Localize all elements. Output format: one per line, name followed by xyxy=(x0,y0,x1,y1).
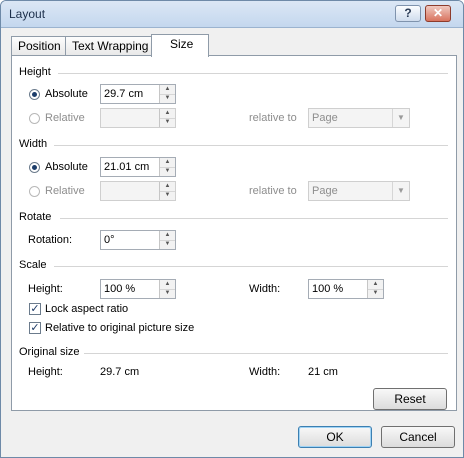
rotation-label: Rotation: xyxy=(28,234,73,246)
scale-height-value: 100 % xyxy=(104,283,136,295)
scale-width-input[interactable]: 100 % ▲ ▼ xyxy=(308,279,384,299)
height-absolute-radio[interactable] xyxy=(29,89,40,100)
scale-width-label: Width: xyxy=(249,283,281,295)
chevron-down-icon: ▼ xyxy=(392,109,409,127)
triangle-down-icon[interactable]: ▼ xyxy=(160,191,175,200)
close-button[interactable]: ✕ xyxy=(425,5,451,22)
layout-dialog: Layout ? ✕ Position Text Wrapping Size H… xyxy=(0,0,464,458)
spin-buttons: ▲ ▼ xyxy=(159,231,175,249)
title-bar: Layout ? ✕ xyxy=(1,1,463,28)
divider xyxy=(54,145,448,146)
height-relative-label: Relative xyxy=(45,112,85,124)
lock-aspect-label: Lock aspect ratio xyxy=(45,303,129,315)
size-panel: Height Absolute 29.7 cm ▲ ▼ Relative ▲ ▼… xyxy=(11,55,457,411)
spin-buttons: ▲ ▼ xyxy=(159,182,175,200)
triangle-down-icon[interactable]: ▼ xyxy=(160,94,175,103)
width-relative-input[interactable]: ▲ ▼ xyxy=(100,181,176,201)
help-button[interactable]: ? xyxy=(395,5,421,22)
spin-buttons: ▲ ▼ xyxy=(159,109,175,127)
dialog-title: Layout xyxy=(9,7,46,21)
relative-original-label: Relative to original picture size xyxy=(45,322,195,334)
rotation-value: 0° xyxy=(104,234,115,246)
tab-text-wrapping[interactable]: Text Wrapping xyxy=(65,36,152,56)
divider xyxy=(60,218,448,219)
height-relative-radio[interactable] xyxy=(29,113,40,124)
divider xyxy=(58,73,448,74)
checkmark-icon: ✓ xyxy=(30,303,40,315)
width-absolute-radio[interactable] xyxy=(29,162,40,173)
height-absolute-value: 29.7 cm xyxy=(104,88,144,100)
scale-height-label: Height: xyxy=(28,283,63,295)
height-absolute-input[interactable]: 29.7 cm ▲ ▼ xyxy=(100,84,176,104)
tab-position[interactable]: Position xyxy=(11,36,66,56)
spin-buttons: ▲ ▼ xyxy=(159,158,175,176)
width-absolute-value: 21.01 cm xyxy=(104,161,150,173)
divider xyxy=(54,266,448,267)
width-relative-label: Relative xyxy=(45,185,85,197)
width-relative-radio[interactable] xyxy=(29,186,40,197)
divider xyxy=(84,353,448,354)
height-relative-input[interactable]: ▲ ▼ xyxy=(100,108,176,128)
checkmark-icon: ✓ xyxy=(30,322,40,334)
ok-button[interactable]: OK xyxy=(298,426,372,448)
width-relative-to-select[interactable]: Page ▼ xyxy=(308,181,410,201)
height-relative-to-value: Page xyxy=(312,112,338,124)
cancel-button[interactable]: Cancel xyxy=(381,426,455,448)
relative-original-checkbox[interactable]: ✓ xyxy=(29,322,41,334)
width-absolute-label: Absolute xyxy=(45,161,88,173)
triangle-down-icon[interactable]: ▼ xyxy=(160,240,175,249)
lock-aspect-checkbox[interactable]: ✓ xyxy=(29,303,41,315)
scale-height-input[interactable]: 100 % ▲ ▼ xyxy=(100,279,176,299)
original-width-label: Width: xyxy=(249,366,281,378)
width-absolute-input[interactable]: 21.01 cm ▲ ▼ xyxy=(100,157,176,177)
original-height-value: 29.7 cm xyxy=(100,366,140,378)
scale-section-title: Scale xyxy=(19,259,47,271)
close-icon: ✕ xyxy=(432,6,444,20)
triangle-down-icon[interactable]: ▼ xyxy=(160,118,175,127)
reset-button[interactable]: Reset xyxy=(373,388,447,410)
original-height-label: Height: xyxy=(28,366,63,378)
height-section-title: Height xyxy=(19,66,51,78)
height-absolute-label: Absolute xyxy=(45,88,88,100)
original-width-value: 21 cm xyxy=(308,366,338,378)
width-relative-to-value: Page xyxy=(312,185,338,197)
triangle-down-icon[interactable]: ▼ xyxy=(160,289,175,298)
chevron-down-icon: ▼ xyxy=(392,182,409,200)
scale-width-value: 100 % xyxy=(312,283,344,295)
rotate-section-title: Rotate xyxy=(19,211,52,223)
height-relative-to-select[interactable]: Page ▼ xyxy=(308,108,410,128)
rotation-input[interactable]: 0° ▲ ▼ xyxy=(100,230,176,250)
spin-buttons: ▲ ▼ xyxy=(159,280,175,298)
width-relative-to-label: relative to xyxy=(249,185,297,197)
triangle-down-icon[interactable]: ▼ xyxy=(160,167,175,176)
height-relative-to-label: relative to xyxy=(249,112,297,124)
tab-size[interactable]: Size xyxy=(151,34,209,57)
spin-buttons: ▲ ▼ xyxy=(367,280,383,298)
original-size-section-title: Original size xyxy=(19,346,80,358)
width-section-title: Width xyxy=(19,138,48,150)
help-icon: ? xyxy=(404,6,412,20)
triangle-down-icon[interactable]: ▼ xyxy=(368,289,383,298)
spin-buttons: ▲ ▼ xyxy=(159,85,175,103)
